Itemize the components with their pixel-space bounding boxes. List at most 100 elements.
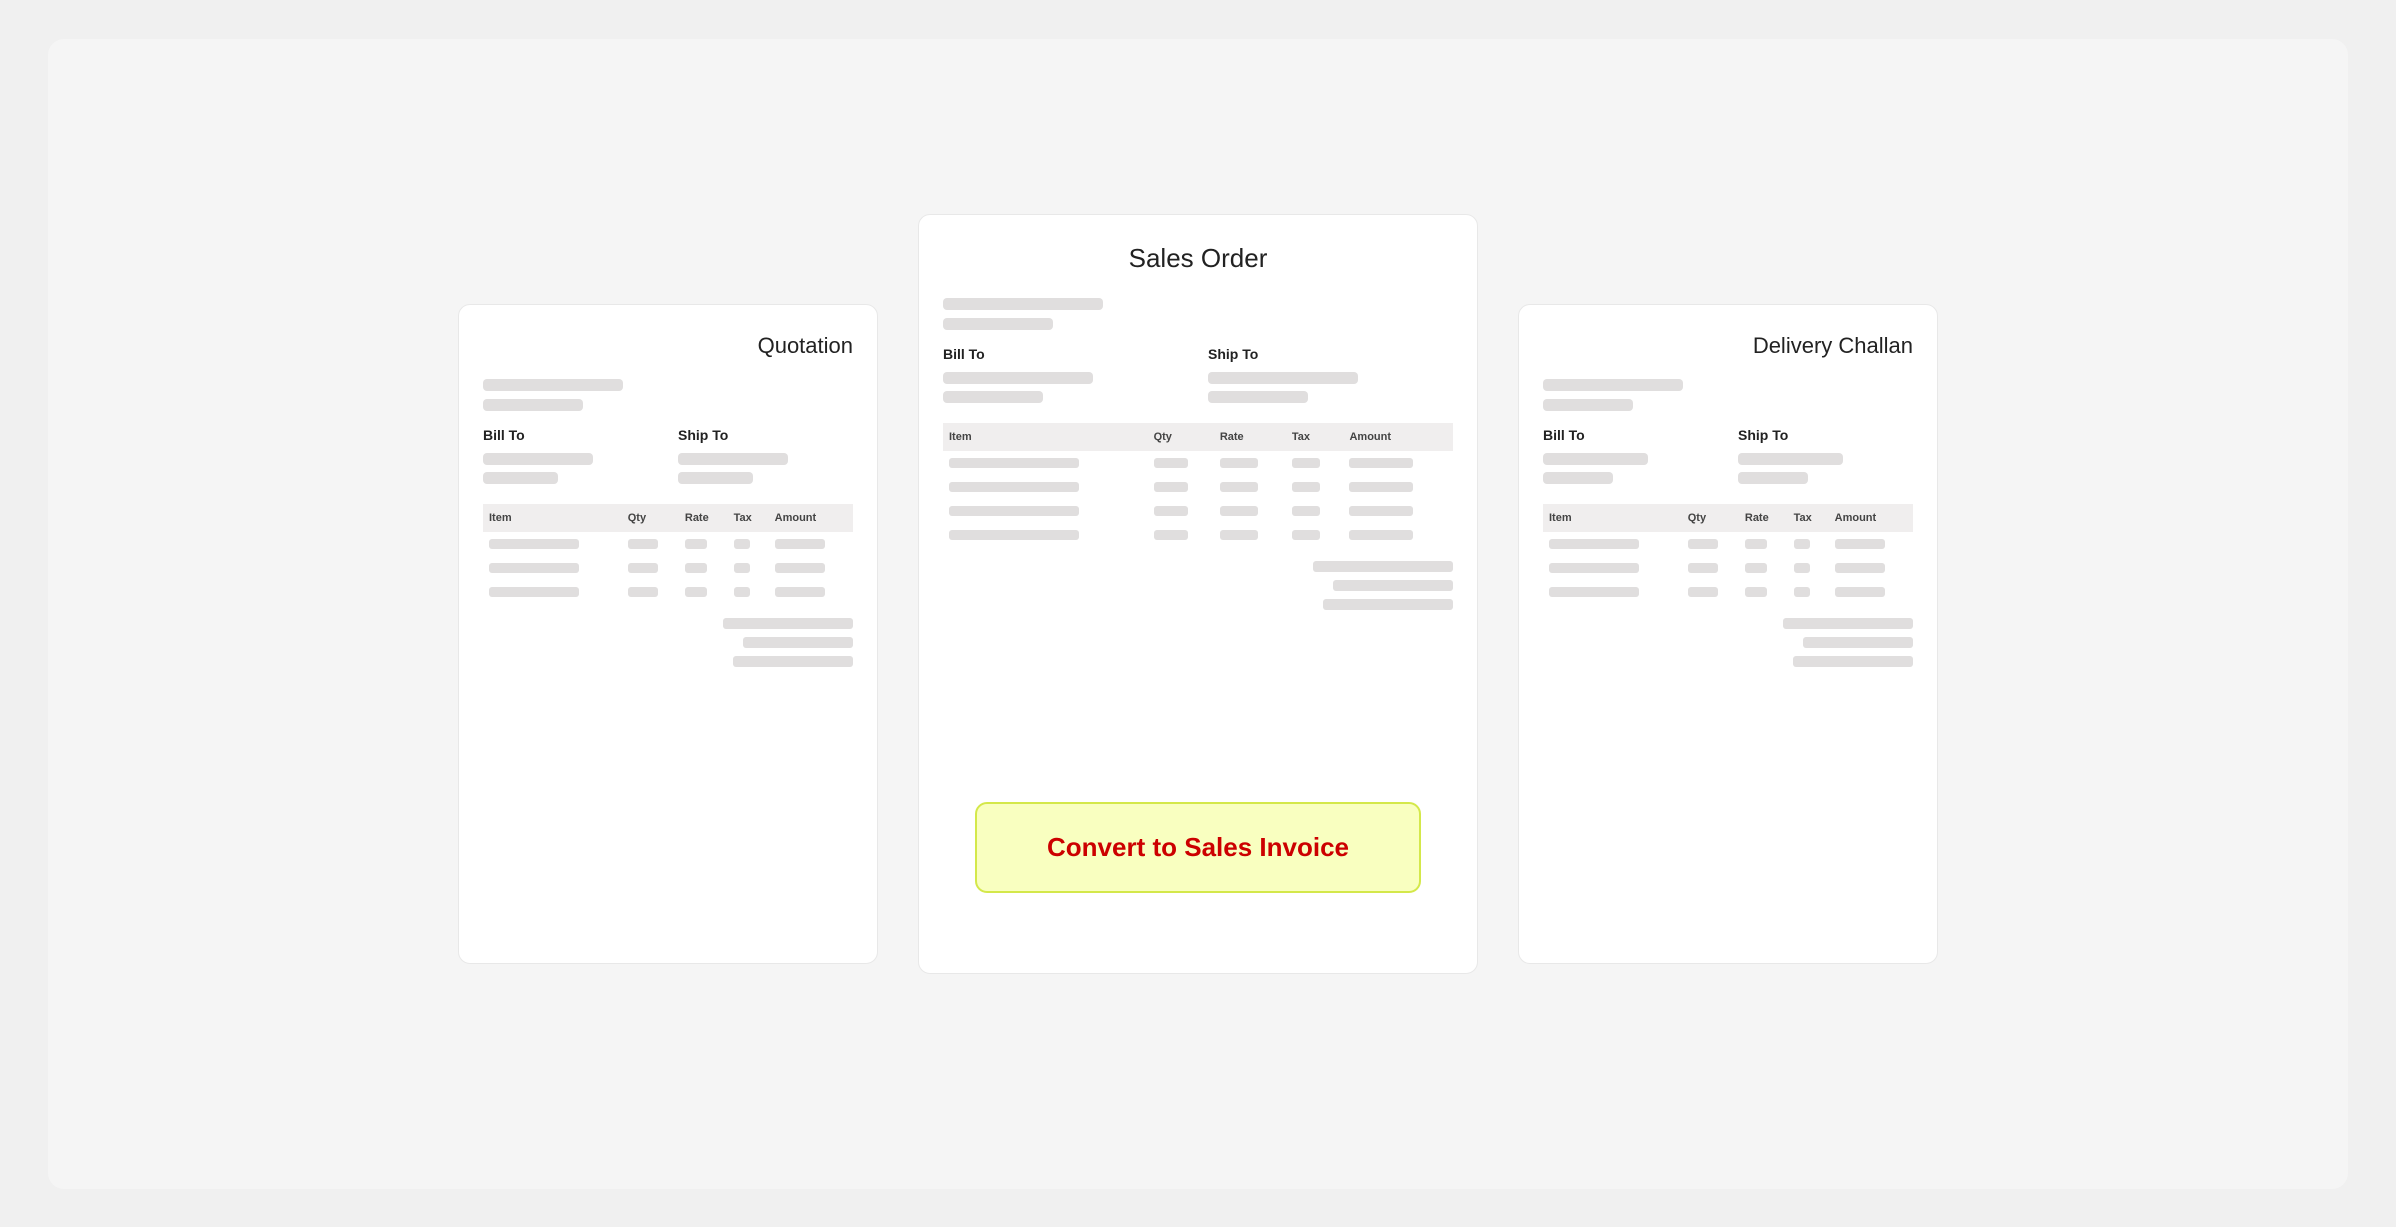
placeholder-bar — [678, 472, 753, 484]
placeholder-bar — [1835, 587, 1885, 597]
quotation-header-placeholders — [483, 379, 853, 411]
placeholder-bar — [1220, 530, 1258, 540]
sales-order-header-placeholders — [943, 298, 1453, 330]
placeholder-bar — [1349, 530, 1413, 540]
table-row — [943, 499, 1453, 523]
placeholder-bar — [1208, 372, 1358, 384]
placeholder-bar — [1292, 530, 1320, 540]
placeholder-bar — [949, 482, 1079, 492]
placeholder-bar — [489, 539, 579, 549]
placeholder-bar — [775, 587, 825, 597]
col-rate: Rate — [679, 504, 728, 532]
table-row — [943, 523, 1453, 547]
placeholder-bar — [734, 587, 750, 597]
placeholder-bar — [1745, 539, 1767, 549]
delivery-challan-header-placeholders — [1543, 379, 1913, 411]
placeholder-bar — [1349, 506, 1413, 516]
placeholder-bar — [685, 539, 707, 549]
placeholder-bar — [1835, 563, 1885, 573]
placeholder-bar — [483, 379, 623, 391]
sales-order-table: Item Qty Rate Tax Amount — [943, 423, 1453, 547]
placeholder-bar — [1154, 506, 1188, 516]
placeholder-bar — [743, 637, 853, 648]
placeholder-bar — [1349, 458, 1413, 468]
table-row — [483, 580, 853, 604]
col-tax: Tax — [1788, 504, 1829, 532]
placeholder-bar — [775, 539, 825, 549]
placeholder-bar — [628, 539, 658, 549]
placeholder-bar — [1688, 539, 1718, 549]
placeholder-bar — [1549, 563, 1639, 573]
col-amount: Amount — [1829, 504, 1913, 532]
col-amount: Amount — [769, 504, 853, 532]
placeholder-bar — [1349, 482, 1413, 492]
col-amount: Amount — [1343, 423, 1453, 451]
placeholder-bar — [628, 563, 658, 573]
col-qty: Qty — [622, 504, 679, 532]
convert-to-sales-invoice-button[interactable]: Convert to Sales Invoice — [975, 802, 1421, 893]
quotation-summary — [483, 618, 853, 667]
placeholder-bar — [1793, 656, 1913, 667]
col-rate: Rate — [1214, 423, 1286, 451]
placeholder-bar — [1543, 472, 1613, 484]
placeholder-bar — [943, 298, 1103, 310]
sales-order-address-row: Bill To Ship To — [943, 346, 1453, 403]
sales-order-bill-to: Bill To — [943, 346, 1188, 403]
placeholder-bar — [1549, 539, 1639, 549]
quotation-title: Quotation — [483, 333, 853, 359]
table-row — [483, 532, 853, 556]
placeholder-bar — [949, 530, 1079, 540]
delivery-challan-summary — [1543, 618, 1913, 667]
placeholder-bar — [734, 563, 750, 573]
placeholder-bar — [943, 391, 1043, 403]
delivery-challan-bill-to: Bill To — [1543, 427, 1718, 484]
table-row — [943, 451, 1453, 475]
placeholder-bar — [1292, 506, 1320, 516]
quotation-bill-to: Bill To — [483, 427, 658, 484]
placeholder-bar — [734, 539, 750, 549]
col-item: Item — [483, 504, 622, 532]
table-row — [1543, 556, 1913, 580]
placeholder-bar — [678, 453, 788, 465]
col-qty: Qty — [1682, 504, 1739, 532]
placeholder-bar — [943, 318, 1053, 330]
placeholder-bar — [949, 506, 1079, 516]
placeholder-bar — [628, 587, 658, 597]
placeholder-bar — [723, 618, 853, 629]
col-qty: Qty — [1148, 423, 1214, 451]
sales-order-title: Sales Order — [943, 243, 1453, 274]
main-container: Quotation Bill To Ship To Item Qty — [48, 39, 2348, 1189]
placeholder-bar — [1154, 458, 1188, 468]
sales-order-summary — [943, 561, 1453, 610]
placeholder-bar — [1292, 458, 1320, 468]
placeholder-bar — [1688, 563, 1718, 573]
table-row — [483, 556, 853, 580]
col-tax: Tax — [1286, 423, 1344, 451]
delivery-challan-table: Item Qty Rate Tax Amount — [1543, 504, 1913, 604]
placeholder-bar — [1738, 472, 1808, 484]
placeholder-bar — [685, 587, 707, 597]
placeholder-bar — [1543, 453, 1648, 465]
quotation-ship-to: Ship To — [678, 427, 853, 484]
placeholder-bar — [1220, 506, 1258, 516]
col-item: Item — [943, 423, 1148, 451]
col-item: Item — [1543, 504, 1682, 532]
placeholder-bar — [1794, 587, 1810, 597]
placeholder-bar — [1292, 482, 1320, 492]
placeholder-bar — [1688, 587, 1718, 597]
placeholder-bar — [1543, 399, 1633, 411]
sales-order-card: Sales Order Bill To Ship To Item Qty — [918, 214, 1478, 974]
placeholder-bar — [1794, 563, 1810, 573]
placeholder-bar — [1333, 580, 1453, 591]
delivery-challan-card: Delivery Challan Bill To Ship To Item Qt… — [1518, 304, 1938, 964]
placeholder-bar — [1154, 482, 1188, 492]
convert-btn-wrapper: Convert to Sales Invoice — [975, 802, 1421, 893]
placeholder-bar — [1549, 587, 1639, 597]
quotation-card: Quotation Bill To Ship To Item Qty — [458, 304, 878, 964]
placeholder-bar — [483, 399, 583, 411]
placeholder-bar — [489, 563, 579, 573]
placeholder-bar — [1745, 563, 1767, 573]
placeholder-bar — [483, 453, 593, 465]
col-tax: Tax — [728, 504, 769, 532]
placeholder-bar — [489, 587, 579, 597]
